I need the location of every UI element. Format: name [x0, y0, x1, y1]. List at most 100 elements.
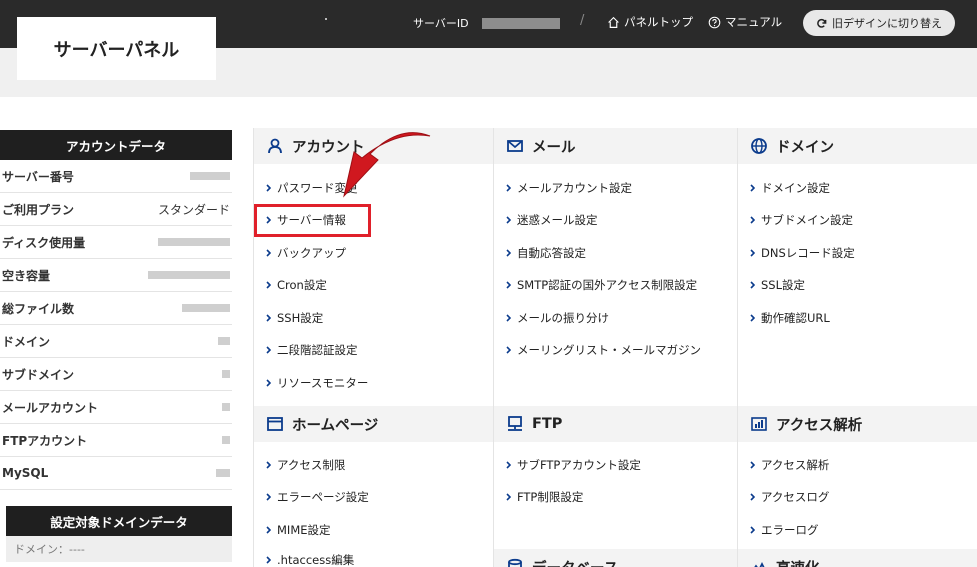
menu-label: SSL設定	[761, 278, 806, 292]
chevron-right-icon	[750, 281, 755, 289]
nav-panel-top-label: パネルトップ	[624, 15, 693, 29]
menu-label: DNSレコード設定	[761, 246, 855, 260]
chevron-right-icon	[266, 461, 271, 469]
menu-two-factor[interactable]: 二段階認証設定	[266, 342, 358, 358]
chevron-right-icon	[750, 216, 755, 224]
sidebar: アカウントデータ サーバー番号 ご利用プラン スタンダード ディスク使用量 空き容…	[0, 130, 232, 562]
row-label: ディスク使用量	[2, 235, 86, 250]
switch-old-design-button[interactable]: 旧デザインに切り替え	[803, 10, 955, 36]
section-domain-header: ドメイン	[738, 128, 977, 164]
menu-resource-monitor[interactable]: リソースモニター	[266, 375, 368, 391]
server-id-value-redacted	[482, 18, 560, 29]
menu-label: アクセス制限	[277, 458, 346, 472]
sidebar-row-domain: ドメイン	[0, 325, 232, 358]
nav-manual[interactable]: マニュアル	[708, 14, 782, 30]
sidebar-row-mail-account: メールアカウント	[0, 391, 232, 424]
menu-ssl-settings[interactable]: SSL設定	[750, 277, 805, 293]
sidebar-row-ftp-account: FTPアカウント	[0, 424, 232, 457]
menu-ssh[interactable]: SSH設定	[266, 310, 323, 326]
refresh-icon	[817, 18, 827, 28]
header-separator: /	[580, 13, 585, 28]
menu-domain-settings[interactable]: ドメイン設定	[750, 180, 830, 196]
menu-label: リソースモニター	[277, 376, 369, 390]
browser-window-icon	[267, 417, 283, 431]
menu-label: エラーログ	[761, 523, 819, 537]
menu-auto-reply[interactable]: 自動応答設定	[506, 245, 586, 261]
menu-smtp-restriction[interactable]: SMTP認証の国外アクセス制限設定	[506, 277, 697, 293]
menu-access-log[interactable]: アクセスログ	[750, 489, 829, 505]
sidebar-row-plan: ご利用プラン スタンダード	[0, 193, 232, 226]
menu-label: SMTP認証の国外アクセス制限設定	[517, 278, 698, 292]
bar-chart-icon	[751, 417, 767, 431]
section-mail-title: メール	[532, 139, 576, 156]
envelope-icon	[507, 140, 523, 152]
server-panel-logo[interactable]: サーバーパネル	[17, 17, 216, 80]
menu-error-log[interactable]: エラーログ	[750, 522, 819, 538]
menu-test-url[interactable]: 動作確認URL	[750, 310, 830, 326]
menu-label: バックアップ	[277, 246, 346, 260]
row-label: MySQL	[2, 466, 49, 480]
target-domain-label: ドメイン：----	[6, 536, 232, 562]
row-label: サブドメイン	[2, 367, 75, 382]
menu-cron[interactable]: Cron設定	[266, 277, 327, 293]
chevron-right-icon	[506, 346, 511, 354]
chevron-right-icon	[266, 314, 271, 322]
menu-sub-ftp[interactable]: サブFTPアカウント設定	[506, 457, 641, 473]
row-label: ご利用プラン	[2, 202, 75, 217]
chevron-right-icon	[750, 249, 755, 257]
monitor-icon	[508, 416, 522, 431]
redacted-value	[158, 238, 230, 246]
menu-label: 迷惑メール設定	[517, 213, 598, 227]
chevron-right-icon	[506, 184, 511, 192]
redacted-value	[218, 337, 230, 345]
nav-panel-top[interactable]: パネルトップ	[607, 14, 693, 30]
globe-icon	[751, 138, 767, 154]
menu-subdomain-settings[interactable]: サブドメイン設定	[750, 212, 853, 228]
sidebar-row-disk-usage: ディスク使用量	[0, 226, 232, 259]
menu-mail-filter[interactable]: メールの振り分け	[506, 310, 609, 326]
menu-access-restriction[interactable]: アクセス制限	[266, 457, 345, 473]
menu-ftp-restriction[interactable]: FTP制限設定	[506, 489, 583, 505]
menu-mime[interactable]: MIME設定	[266, 522, 331, 538]
section-ftp-title: FTP	[532, 416, 563, 432]
menu-dns-record[interactable]: DNSレコード設定	[750, 245, 855, 261]
chevron-right-icon	[750, 314, 755, 322]
menu-label: アクセス解析	[761, 458, 830, 472]
redacted-value	[222, 436, 230, 444]
chevron-right-icon	[750, 526, 755, 534]
sidebar-row-file-count: 総ファイル数	[0, 292, 232, 325]
menu-error-page[interactable]: エラーページ設定	[266, 489, 369, 505]
row-label: 総ファイル数	[2, 301, 75, 316]
menu-spam[interactable]: 迷惑メール設定	[506, 212, 598, 228]
chevron-right-icon	[750, 184, 755, 192]
speed-icon	[754, 561, 765, 567]
menu-label: サブドメイン設定	[761, 213, 853, 227]
database-icon	[508, 558, 522, 567]
redacted-value	[216, 469, 230, 477]
section-domain-title: ドメイン	[776, 139, 834, 156]
menu-label: SSH設定	[277, 311, 324, 325]
menu-label: メールアカウント設定	[517, 181, 632, 195]
help-circle-icon	[708, 16, 721, 28]
section-mail-header: メール	[494, 128, 737, 164]
chevron-right-icon	[506, 461, 511, 469]
menu-mail-account[interactable]: メールアカウント設定	[506, 180, 632, 196]
chevron-right-icon	[506, 249, 511, 257]
dot-decoration	[325, 18, 327, 20]
chevron-right-icon	[266, 346, 271, 354]
chevron-right-icon	[266, 184, 271, 192]
user-icon	[268, 138, 282, 154]
menu-access-analytics[interactable]: アクセス解析	[750, 457, 829, 473]
sidebar-row-subdomain: サブドメイン	[0, 358, 232, 391]
menu-backup[interactable]: バックアップ	[266, 245, 346, 261]
menu-htaccess[interactable]: .htaccess編集	[266, 552, 354, 567]
redacted-value	[182, 304, 230, 312]
server-info-highlight-box	[254, 204, 371, 237]
menu-mailing-list[interactable]: メーリングリスト・メールマガジン	[506, 342, 701, 358]
column-mail: メール メールアカウント設定 迷惑メール設定 自動応答設定 SMTP認証の国外ア…	[494, 128, 738, 567]
section-analytics-header: アクセス解析	[738, 406, 977, 442]
row-label: メールアカウント	[2, 400, 99, 415]
section-database-header: データベース	[494, 549, 737, 567]
chevron-right-icon	[750, 493, 755, 501]
menu-label: 動作確認URL	[761, 311, 830, 325]
